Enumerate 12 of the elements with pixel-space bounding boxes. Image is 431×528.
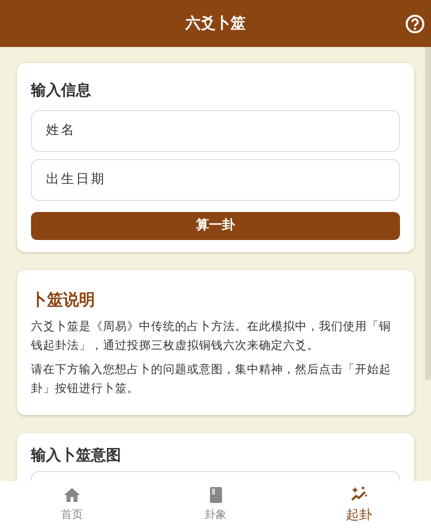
paragraph: 请在下方输入您想占卜的问题或意图，集中精神，然后点击「开始起卦」按钮进行卜筮。 [31, 360, 392, 396]
paragraph: 六爻卜筮是《周易》中传统的占卜方法。在此模拟中，我们使用「铜钱起卦法」，通过投掷三枚虚拟铜钱六次来确定六爻。 [31, 318, 392, 354]
app-title: 六爻卜筮 [186, 13, 246, 34]
card-title: 卜筮说明 [31, 288, 96, 310]
nav-tab[interactable]: 起卦 [287, 481, 431, 528]
nav-tab[interactable]: 卦象 [144, 481, 288, 528]
input-field[interactable]: 姓名 [31, 110, 400, 152]
divine-button[interactable]: 算一卦 [31, 212, 400, 240]
nav-tab[interactable]: 首页 [0, 481, 144, 528]
card-title: 输入信息 [31, 80, 92, 101]
card-title: 输入卜筮意图 [31, 444, 122, 466]
input-field[interactable]: 出生日期 [31, 158, 400, 200]
